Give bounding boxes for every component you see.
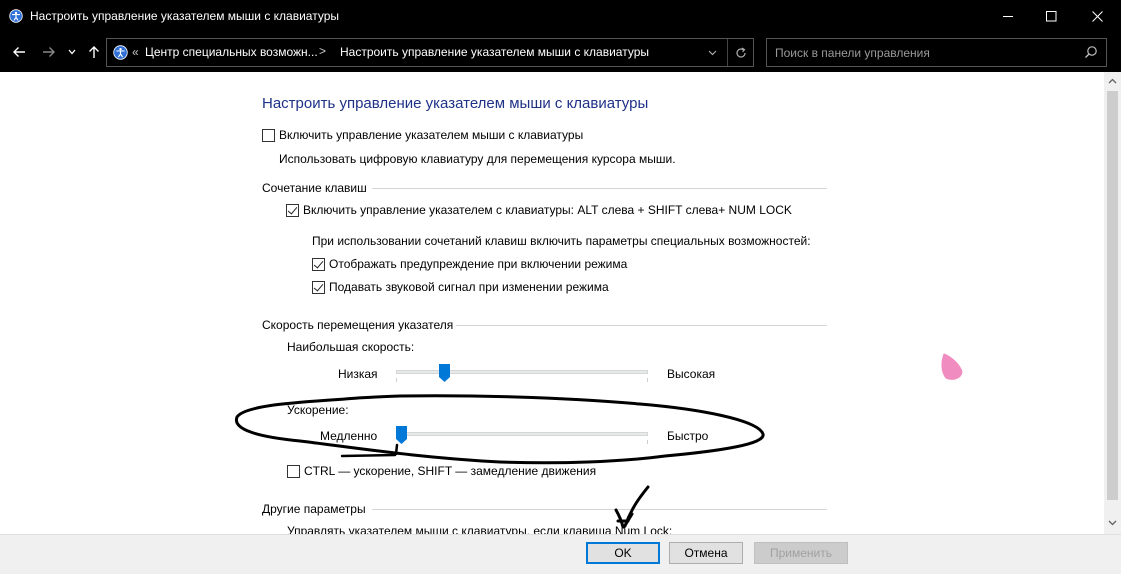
search-input[interactable]: Поиск в панели управления	[775, 46, 930, 60]
speed-section-title: Скорость перемещения указателя	[262, 318, 454, 332]
recent-pages-button[interactable]	[64, 40, 80, 64]
hotkey-enable-checkbox[interactable]	[286, 204, 299, 217]
page-title: Настроить управление указателем мыши с к…	[262, 95, 649, 112]
chevron-up-icon	[1108, 78, 1117, 84]
arrow-up-icon	[89, 46, 99, 58]
other-section-title: Другие параметры	[262, 502, 366, 516]
scroll-up-button[interactable]	[1104, 74, 1121, 88]
enable-mouse-keys-description: Использовать цифровую клавиатуру для пер…	[279, 152, 676, 166]
breadcrumb-overflow[interactable]: «	[132, 45, 139, 59]
slider-tick	[647, 378, 648, 382]
enable-mouse-keys-label[interactable]: Включить управление указателем мыши с кл…	[279, 128, 583, 142]
title-bar: Настроить управление указателем мыши с к…	[0, 0, 1121, 32]
cancel-button[interactable]: Отмена	[669, 542, 743, 564]
chevron-down-icon	[1108, 520, 1117, 526]
top-speed-max-label: Высокая	[667, 367, 716, 381]
hotkey-section-title: Сочетание клавиш	[262, 181, 367, 195]
maximize-button[interactable]	[1028, 0, 1074, 32]
slider-track	[396, 432, 648, 436]
control-panel-window: Настроить управление указателем мыши с к…	[0, 0, 1121, 574]
hotkey-options-subtitle: При использовании сочетаний клавиш включ…	[312, 234, 811, 248]
breadcrumb-item-current[interactable]: Настроить управление указателем мыши с к…	[340, 45, 649, 59]
breadcrumb-item-ease-of-access[interactable]: Центр специальных возможн...	[145, 45, 318, 59]
content-area: Настроить управление указателем мыши с к…	[0, 72, 1104, 534]
ctrl-shift-label[interactable]: CTRL — ускорение, SHIFT — замедление дви…	[304, 464, 596, 478]
play-sound-checkbox[interactable]	[312, 281, 325, 294]
acceleration-slider[interactable]	[396, 424, 648, 446]
refresh-icon	[735, 46, 746, 58]
section-divider	[372, 509, 827, 510]
search-icon[interactable]	[1084, 45, 1098, 59]
search-box[interactable]: Поиск в панели управления	[766, 38, 1107, 67]
address-bar[interactable]: « Центр специальных возможн... > Настрои…	[106, 38, 754, 67]
play-sound-label[interactable]: Подавать звуковой сигнал при изменении р…	[329, 280, 609, 294]
slider-thumb[interactable]	[439, 364, 450, 382]
top-speed-slider[interactable]	[396, 362, 648, 384]
breadcrumb-separator[interactable]: >	[319, 44, 326, 58]
address-history-button[interactable]	[699, 39, 725, 66]
ok-button[interactable]: OK	[586, 542, 660, 564]
section-divider	[372, 188, 827, 189]
other-section-partial-line: Управлять указателем мыши с клавиатуры, …	[287, 524, 673, 534]
vertical-scrollbar[interactable]	[1104, 72, 1121, 534]
acceleration-label: Ускорение:	[287, 403, 349, 417]
minimize-button[interactable]	[985, 0, 1031, 32]
hotkey-enable-label[interactable]: Включить управление указателем с клавиат…	[303, 203, 792, 217]
arrow-left-icon	[13, 47, 25, 57]
top-speed-min-label: Низкая	[338, 367, 378, 381]
top-speed-label: Наибольшая скорость:	[287, 340, 415, 354]
slider-thumb[interactable]	[396, 426, 407, 444]
show-warning-label[interactable]: Отображать предупреждение при включении …	[329, 257, 627, 271]
slider-tick	[647, 440, 648, 444]
navigation-bar: « Центр специальных возможн... > Настрои…	[0, 32, 1121, 72]
arrow-right-icon	[43, 47, 55, 57]
window-title: Настроить управление указателем мыши с к…	[30, 9, 340, 23]
refresh-button[interactable]	[727, 39, 753, 66]
acceleration-min-label: Медленно	[320, 429, 378, 443]
enable-mouse-keys-checkbox[interactable]	[262, 129, 275, 142]
scroll-thumb[interactable]	[1107, 91, 1118, 500]
acceleration-max-label: Быстро	[667, 429, 709, 443]
dialog-footer: OK Отмена Применить	[0, 534, 1121, 574]
scroll-down-button[interactable]	[1104, 516, 1121, 530]
slider-tick	[396, 378, 397, 382]
close-icon	[1091, 10, 1103, 22]
ctrl-shift-checkbox[interactable]	[287, 465, 300, 478]
section-divider	[456, 325, 827, 326]
ease-of-access-icon	[9, 9, 23, 23]
maximize-icon	[1045, 10, 1056, 21]
minimize-icon	[1002, 15, 1013, 17]
apply-button[interactable]: Применить	[754, 542, 848, 564]
forward-button[interactable]	[38, 40, 60, 64]
close-button[interactable]	[1074, 0, 1120, 32]
chevron-down-icon	[68, 49, 76, 55]
chevron-down-icon	[708, 50, 716, 55]
slider-track	[396, 370, 648, 374]
back-button[interactable]	[8, 40, 30, 64]
up-button[interactable]	[84, 40, 104, 64]
show-warning-checkbox[interactable]	[312, 258, 325, 271]
ease-of-access-icon	[113, 45, 128, 60]
